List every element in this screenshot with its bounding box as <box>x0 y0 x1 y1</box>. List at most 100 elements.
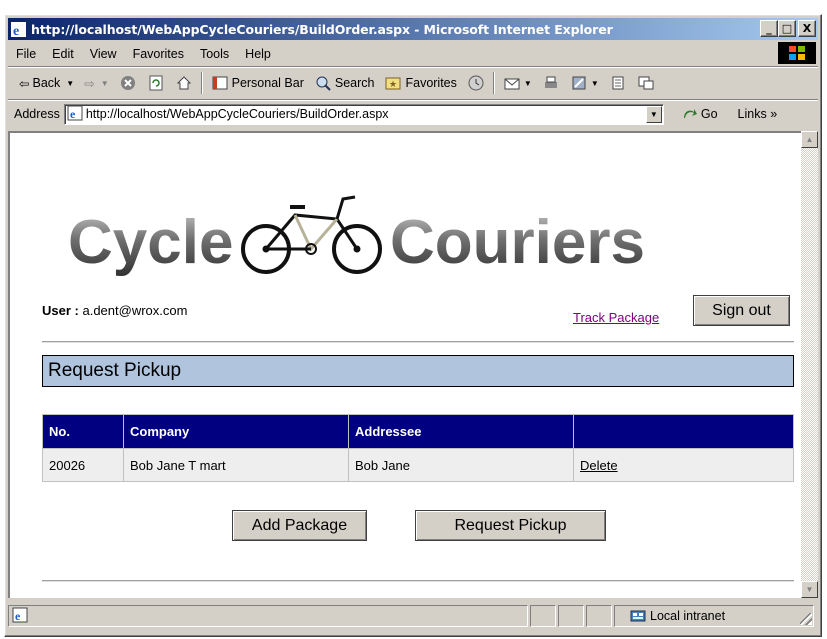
messenger-button[interactable] <box>632 74 660 92</box>
divider <box>42 341 794 343</box>
track-package-link[interactable]: Track Package <box>573 310 659 325</box>
column-header-addressee: Addressee <box>348 414 574 449</box>
cell-company: Bob Jane T mart <box>123 448 349 482</box>
sign-out-button[interactable]: Sign out <box>693 295 790 326</box>
ie-logo-icon: e <box>10 21 27 39</box>
forward-button[interactable]: ⇨ ▼ <box>79 76 113 91</box>
toolbar-divider <box>492 72 495 94</box>
stop-icon <box>119 74 137 92</box>
forward-dropdown-icon[interactable]: ▼ <box>101 79 109 88</box>
minimize-button[interactable]: _ <box>760 20 778 37</box>
back-button[interactable]: ⇦ Back ▼ <box>14 76 79 91</box>
links-button[interactable]: Links » <box>738 107 778 121</box>
back-arrow-icon: ⇦ <box>19 76 30 91</box>
refresh-button[interactable] <box>142 74 170 92</box>
back-label: Back <box>32 76 61 90</box>
bicycle-icon <box>241 195 382 274</box>
security-zone: Local intranet <box>614 605 814 627</box>
address-dropdown-icon[interactable]: ▼ <box>645 105 662 123</box>
menu-help[interactable]: Help <box>237 47 279 61</box>
personal-bar-icon <box>211 74 229 92</box>
discuss-button[interactable] <box>604 74 632 92</box>
scroll-up-icon[interactable]: ▲ <box>801 131 818 148</box>
address-bar: Address e http://localhost/WebAppCycleCo… <box>8 101 818 127</box>
personal-bar-label: Personal Bar <box>231 76 304 90</box>
menu-view[interactable]: View <box>82 47 125 61</box>
menu-tools[interactable]: Tools <box>192 47 237 61</box>
menu-bar: File Edit View Favorites Tools Help <box>8 42 818 65</box>
svg-text:e: e <box>70 107 76 121</box>
status-bar: e Local intranet <box>8 605 818 629</box>
table-row: 20026 Bob Jane T mart Bob Jane Delete <box>42 448 794 482</box>
page-icon: e <box>67 105 83 124</box>
back-dropdown-icon[interactable]: ▼ <box>66 79 74 88</box>
page-status-icon: e <box>12 607 28 626</box>
vertical-scrollbar[interactable]: ▲ ▼ <box>801 131 818 598</box>
svg-text:e: e <box>15 609 21 623</box>
browser-window: e http://localhost/WebAppCycleCouriers/B… <box>4 14 822 637</box>
mail-icon <box>503 74 521 92</box>
toolbar-divider <box>200 72 203 94</box>
add-package-button[interactable]: Add Package <box>232 510 367 541</box>
history-button[interactable] <box>462 74 490 92</box>
go-button[interactable]: Go <box>682 106 718 123</box>
search-button[interactable]: Search <box>309 74 380 92</box>
stop-button[interactable] <box>114 74 142 92</box>
search-icon <box>314 74 332 92</box>
menu-favorites[interactable]: Favorites <box>125 47 192 61</box>
column-header-no: No. <box>42 414 124 449</box>
logo-word-couriers: Couriers <box>390 208 645 277</box>
personal-bar-button[interactable]: Personal Bar <box>206 74 309 92</box>
cell-no: 20026 <box>42 448 124 482</box>
close-button[interactable]: X <box>798 20 816 37</box>
menu-edit[interactable]: Edit <box>44 47 82 61</box>
windows-flag-icon <box>778 42 816 64</box>
svg-text:e: e <box>13 24 19 38</box>
refresh-icon <box>147 74 165 92</box>
edit-button[interactable]: ▼ <box>565 74 604 92</box>
home-icon <box>175 74 193 92</box>
svg-text:★: ★ <box>389 79 397 89</box>
web-page: Cycle Couriers User : a.dent@wrox.com Tr… <box>8 131 801 598</box>
delete-link[interactable]: Delete <box>580 458 618 473</box>
cycle-couriers-logo: Cycle Couriers <box>68 195 645 277</box>
table-header-row: No. Company Addressee <box>42 414 794 449</box>
window-title: http://localhost/WebAppCycleCouriers/Bui… <box>31 21 613 37</box>
messenger-icon <box>637 74 655 92</box>
address-label: Address <box>14 107 60 121</box>
intranet-zone-icon <box>630 608 646 624</box>
favorites-icon: ★ <box>384 74 402 92</box>
column-header-action <box>573 414 794 449</box>
discuss-icon <box>609 74 627 92</box>
title-bar[interactable]: e http://localhost/WebAppCycleCouriers/B… <box>8 18 818 40</box>
status-panel <box>586 605 612 627</box>
request-pickup-button[interactable]: Request Pickup <box>415 510 606 541</box>
user-email: a.dent@wrox.com <box>82 303 188 318</box>
maximize-button[interactable]: □ <box>778 20 796 37</box>
go-label: Go <box>700 107 718 121</box>
cell-addressee: Bob Jane <box>348 448 574 482</box>
address-input[interactable]: e http://localhost/WebAppCycleCouriers/B… <box>63 103 664 125</box>
home-button[interactable] <box>170 74 198 92</box>
page-heading: Request Pickup <box>42 355 794 387</box>
logo-word-cycle: Cycle <box>68 208 233 277</box>
mail-button[interactable]: ▼ <box>498 74 537 92</box>
user-label: User : <box>42 303 79 318</box>
edit-page-icon <box>570 74 588 92</box>
cell-action: Delete <box>573 448 794 482</box>
edit-dropdown-icon[interactable]: ▼ <box>591 79 599 88</box>
zone-label: Local intranet <box>650 609 726 623</box>
address-url: http://localhost/WebAppCycleCouriers/Bui… <box>85 107 389 121</box>
menu-file[interactable]: File <box>8 47 44 61</box>
resize-grip-icon[interactable] <box>800 613 812 625</box>
divider <box>42 580 794 582</box>
scroll-down-icon[interactable]: ▼ <box>801 581 818 598</box>
status-panel <box>558 605 584 627</box>
favorites-button[interactable]: ★ Favorites <box>379 74 461 92</box>
search-label: Search <box>334 76 375 90</box>
user-info: User : a.dent@wrox.com <box>42 303 187 318</box>
packages-table: No. Company Addressee 20026 Bob Jane T m… <box>42 414 794 482</box>
print-button[interactable] <box>537 74 565 92</box>
print-icon <box>542 74 560 92</box>
mail-dropdown-icon[interactable]: ▼ <box>524 79 532 88</box>
